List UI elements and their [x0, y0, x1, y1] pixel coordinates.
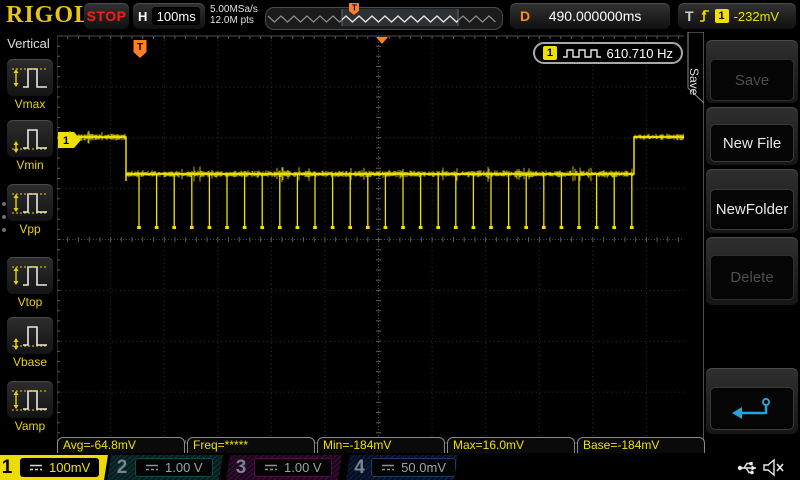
channel-1-scale: 100mV: [49, 460, 90, 475]
delay-label: D: [520, 8, 530, 24]
trigger-label: T: [685, 8, 694, 24]
channel-3-status[interactable]: 3 1.00 V: [226, 455, 342, 480]
save-button[interactable]: Save: [710, 59, 794, 101]
channel-3-number: 3: [228, 457, 254, 479]
vtop-label: Vtop: [7, 295, 53, 309]
dc-coupling-icon: [145, 463, 159, 472]
dc-coupling-icon: [29, 463, 43, 472]
rising-edge-icon: [699, 8, 710, 24]
memory-waveform-thumbnail[interactable]: [265, 7, 503, 30]
measurement-base[interactable]: Base=-184mV: [577, 437, 705, 453]
top-status-bar: RIGOL STOP H 100ms 5.00MSa/s 12.0M pts T…: [0, 0, 800, 32]
menu-item-vmax[interactable]: Vmax: [7, 59, 53, 111]
memory-depth: 12.0M pts: [210, 15, 258, 26]
page-indicator-dot: [2, 215, 6, 219]
channel-1-status[interactable]: 1 100mV: [0, 455, 108, 480]
measurement-min[interactable]: Min=-184mV: [317, 437, 445, 453]
timebase-value: 100ms: [152, 7, 200, 25]
channel-1-number: 1: [0, 457, 20, 479]
vpp-icon: [10, 186, 50, 219]
page-indicator-dot: [2, 228, 6, 232]
trigger-delay-readout[interactable]: D 490.000000ms: [510, 3, 670, 29]
menu-item-vmin[interactable]: Vmin: [7, 120, 53, 172]
vbase-label: Vbase: [7, 355, 53, 369]
return-arrow-icon: [730, 397, 774, 421]
svg-text:1: 1: [63, 135, 69, 147]
channel-2-scale: 1.00 V: [165, 460, 203, 475]
h-label: H: [138, 9, 147, 24]
save-softkey-menu: Save Save New File NewFolder Delete: [684, 32, 800, 455]
vbase-icon: [10, 319, 50, 352]
trigger-readout[interactable]: T 1 -232mV: [678, 3, 796, 29]
delete-button[interactable]: Delete: [710, 255, 794, 300]
trigger-level-value: -232mV: [734, 9, 780, 24]
waveform-display: 1 T T: [0, 0, 800, 480]
acquisition-info: 5.00MSa/s 12.0M pts: [210, 4, 258, 26]
rigol-logo: RIGOL: [6, 2, 91, 29]
return-button[interactable]: [710, 387, 794, 430]
new-folder-button[interactable]: NewFolder: [710, 189, 794, 230]
sample-rate: 5.00MSa/s: [210, 4, 258, 15]
svg-text:T: T: [352, 4, 357, 13]
page-indicator-dot: [2, 202, 6, 206]
vmin-label: Vmin: [7, 158, 53, 172]
measurement-avg[interactable]: Avg=-64.8mV: [57, 437, 185, 453]
oscilloscope-screen: 1 T T RIGOL STOP H 100ms 5.00MSa/s 12.0M p…: [0, 0, 800, 480]
menu-item-vpp[interactable]: Vpp: [7, 184, 53, 236]
vmax-icon: [10, 61, 50, 94]
svg-text:T: T: [137, 42, 143, 53]
menu-item-vtop[interactable]: Vtop: [7, 257, 53, 309]
measurement-max[interactable]: Max=16.0mV: [447, 437, 575, 453]
speaker-muted-icon[interactable]: [762, 458, 786, 477]
channel-4-number: 4: [348, 457, 371, 479]
frequency-counter: 1 610.710 Hz: [533, 42, 683, 64]
counter-value: 610.710 Hz: [607, 46, 674, 61]
vmin-icon: [10, 122, 50, 155]
delay-value: 490.000000ms: [530, 8, 660, 24]
horizontal-timebase[interactable]: H 100ms: [133, 3, 205, 29]
menu-item-vbase[interactable]: Vbase: [7, 317, 53, 369]
thumbnail-wave: [266, 8, 500, 27]
vertical-measure-menu: Vertical Vmax Vmin Vpp Vtop Vbase Vamp: [0, 32, 57, 455]
vamp-label: Vamp: [7, 419, 53, 433]
measurement-freq[interactable]: Freq=*****: [187, 437, 315, 453]
vtop-icon: [10, 259, 50, 292]
menu-title: Vertical: [0, 36, 57, 51]
stop-label: STOP: [87, 8, 127, 24]
channel-4-status[interactable]: 4 50.0mV: [346, 455, 458, 480]
channel-3-scale: 1.00 V: [284, 460, 322, 475]
new-file-button[interactable]: New File: [710, 124, 794, 162]
channel-status-bar: 1 100mV 2 1.00 V: [0, 455, 800, 480]
channel-4-scale: 50.0mV: [401, 460, 446, 475]
dc-coupling-icon: [264, 463, 278, 472]
usb-icon[interactable]: [737, 459, 760, 476]
dc-coupling-icon: [381, 463, 395, 472]
vamp-icon: [10, 383, 50, 416]
run-stop-status[interactable]: STOP: [84, 3, 129, 29]
vpp-label: Vpp: [7, 222, 53, 236]
trigger-source-badge: 1: [715, 9, 729, 23]
vmax-label: Vmax: [7, 97, 53, 111]
trigger-position-flag-icon[interactable]: T: [349, 3, 360, 16]
channel-2-number: 2: [109, 457, 135, 479]
channel-2-status[interactable]: 2 1.00 V: [107, 455, 223, 480]
menu-item-vamp[interactable]: Vamp: [7, 381, 53, 433]
square-wave-icon: [563, 47, 601, 59]
save-tab: Save: [687, 52, 701, 112]
counter-channel-badge: 1: [543, 46, 557, 60]
